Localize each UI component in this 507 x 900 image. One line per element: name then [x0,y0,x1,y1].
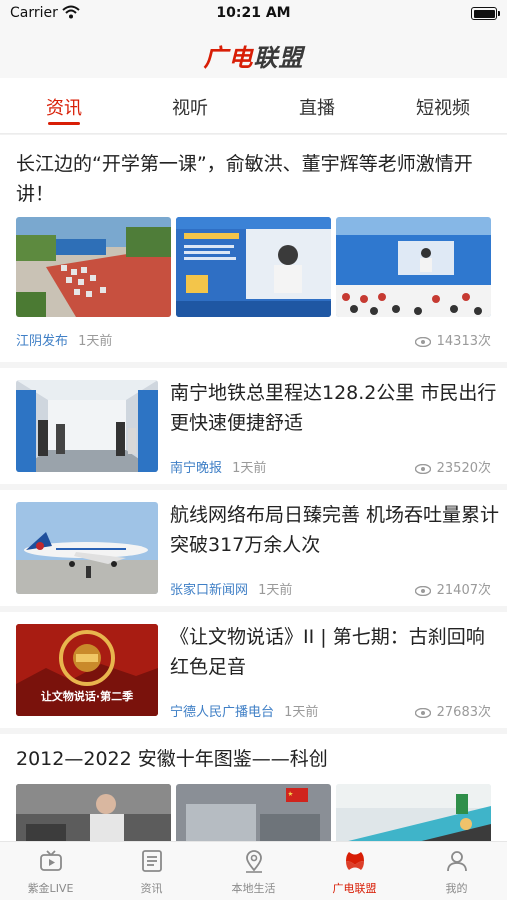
news-title[interactable]: 2012—2022 安徽十年图鉴——科创 [16,744,494,774]
view-count: 21407次 [414,579,491,598]
news-title[interactable]: 航线网络布局日臻完善 机场吞吐量累计突破317万余人次 [170,500,500,560]
tabbar-label: 广电联盟 [332,882,377,895]
tabbar-item-alliance[interactable]: 广电联盟 [304,848,405,896]
news-thumbnail[interactable] [336,217,491,317]
app-logo: 广电联盟 [204,38,304,73]
news-feed[interactable]: 长江边的“开学第一课”，俞敏洪、董宇辉等老师激情开讲！ 江阴发布 1天前 143… [0,135,507,841]
bottom-tab-bar: 紫金LIVE 资讯 本地生活 广电联盟 我的 [0,841,507,900]
tv-icon [39,850,62,871]
news-card[interactable]: 航线网络布局日臻完善 机场吞吐量累计突破317万余人次 张家口新闻网 1天前 2… [0,490,507,606]
user-icon [446,851,467,872]
view-count-value: 23520次 [436,461,491,476]
tab-live[interactable]: 直播 [254,94,380,120]
news-meta: 南宁晚报 1天前 [170,457,266,476]
news-thumbnail[interactable] [16,784,171,841]
news-meta: 宁德人民广播电台 1天前 [170,701,318,720]
tabbar-label: 本地生活 [231,882,276,895]
news-card[interactable]: 长江边的“开学第一课”，俞敏洪、董宇辉等老师激情开讲！ 江阴发布 1天前 143… [0,135,507,362]
news-source[interactable]: 江阴发布 [16,334,68,349]
tabbar-item-mine[interactable]: 我的 [406,848,507,896]
view-count-value: 21407次 [436,583,491,598]
app-header: 广电联盟 [0,30,507,78]
news-title[interactable]: 南宁地铁总里程达128.2公里 市民出行更快速便捷舒适 [170,378,500,438]
tab-audiovisual[interactable]: 视听 [127,94,253,120]
news-thumbnail[interactable] [16,502,158,594]
battery-icon [471,7,500,20]
news-thumbnail[interactable]: 让文物说话·第二季 [16,624,158,716]
news-source[interactable]: 南宁晚报 [170,461,222,476]
tab-short-video[interactable]: 短视频 [380,94,506,120]
news-meta: 张家口新闻网 1天前 [170,579,292,598]
tabbar-item-local-life[interactable]: 本地生活 [203,848,304,896]
view-count: 27683次 [414,701,491,720]
news-thumbnail[interactable] [16,217,171,317]
news-source[interactable]: 张家口新闻网 [170,583,248,598]
eye-icon [414,707,431,718]
news-card[interactable]: 南宁地铁总里程达128.2公里 市民出行更快速便捷舒适 南宁晚报 1天前 235… [0,368,507,484]
news-title[interactable]: 《让文物说话》II | 第七期：古刹回响 红色足音 [170,622,500,682]
tabbar-label: 紫金LIVE [27,882,74,895]
alliance-icon [345,852,364,870]
news-title[interactable]: 长江边的“开学第一课”，俞敏洪、董宇辉等老师激情开讲！ [16,149,494,209]
eye-icon [414,463,431,474]
tabbar-item-zijin-live[interactable]: 紫金LIVE [0,848,101,896]
logo-part-red: 广电 [203,44,254,72]
news-card[interactable]: 2012—2022 安徽十年图鉴——科创 [0,734,507,841]
tabbar-label: 我的 [445,882,468,895]
active-tab-indicator [48,122,80,125]
news-card[interactable]: 让文物说话·第二季 《让文物说话》II | 第七期：古刹回响 红色足音 宁德人民… [0,612,507,728]
status-bar: Carrier 10:21 AM [0,0,507,30]
eye-icon [414,336,431,347]
category-tabs: 资讯 视听 直播 短视频 [0,78,507,134]
view-count: 23520次 [414,457,491,476]
status-time: 10:21 AM [216,5,291,21]
view-count: 14313次 [414,330,491,349]
news-thumbnail[interactable] [16,380,158,472]
news-source[interactable]: 宁德人民广播电台 [170,705,274,720]
tabbar-item-news[interactable]: 资讯 [101,848,202,896]
news-icon [141,850,162,872]
news-time: 1天前 [232,461,267,476]
news-time: 1天前 [258,583,293,598]
thumbnail-row [16,784,491,841]
news-time: 1天前 [78,334,113,349]
news-thumbnail[interactable] [176,217,331,317]
eye-icon [414,585,431,596]
location-icon [245,850,262,873]
news-meta: 江阴发布 1天前 [16,330,112,349]
tab-news[interactable]: 资讯 [1,94,127,120]
thumbnail-row [16,217,491,317]
view-count-value: 14313次 [436,334,491,349]
logo-part-dark: 联盟 [253,44,304,72]
tabbar-label: 资讯 [140,882,163,895]
thumbnail-caption: 让文物说话·第二季 [40,690,134,703]
news-time: 1天前 [284,705,319,720]
news-thumbnail[interactable] [176,784,331,841]
news-thumbnail[interactable] [336,784,491,841]
view-count-value: 27683次 [436,705,491,720]
